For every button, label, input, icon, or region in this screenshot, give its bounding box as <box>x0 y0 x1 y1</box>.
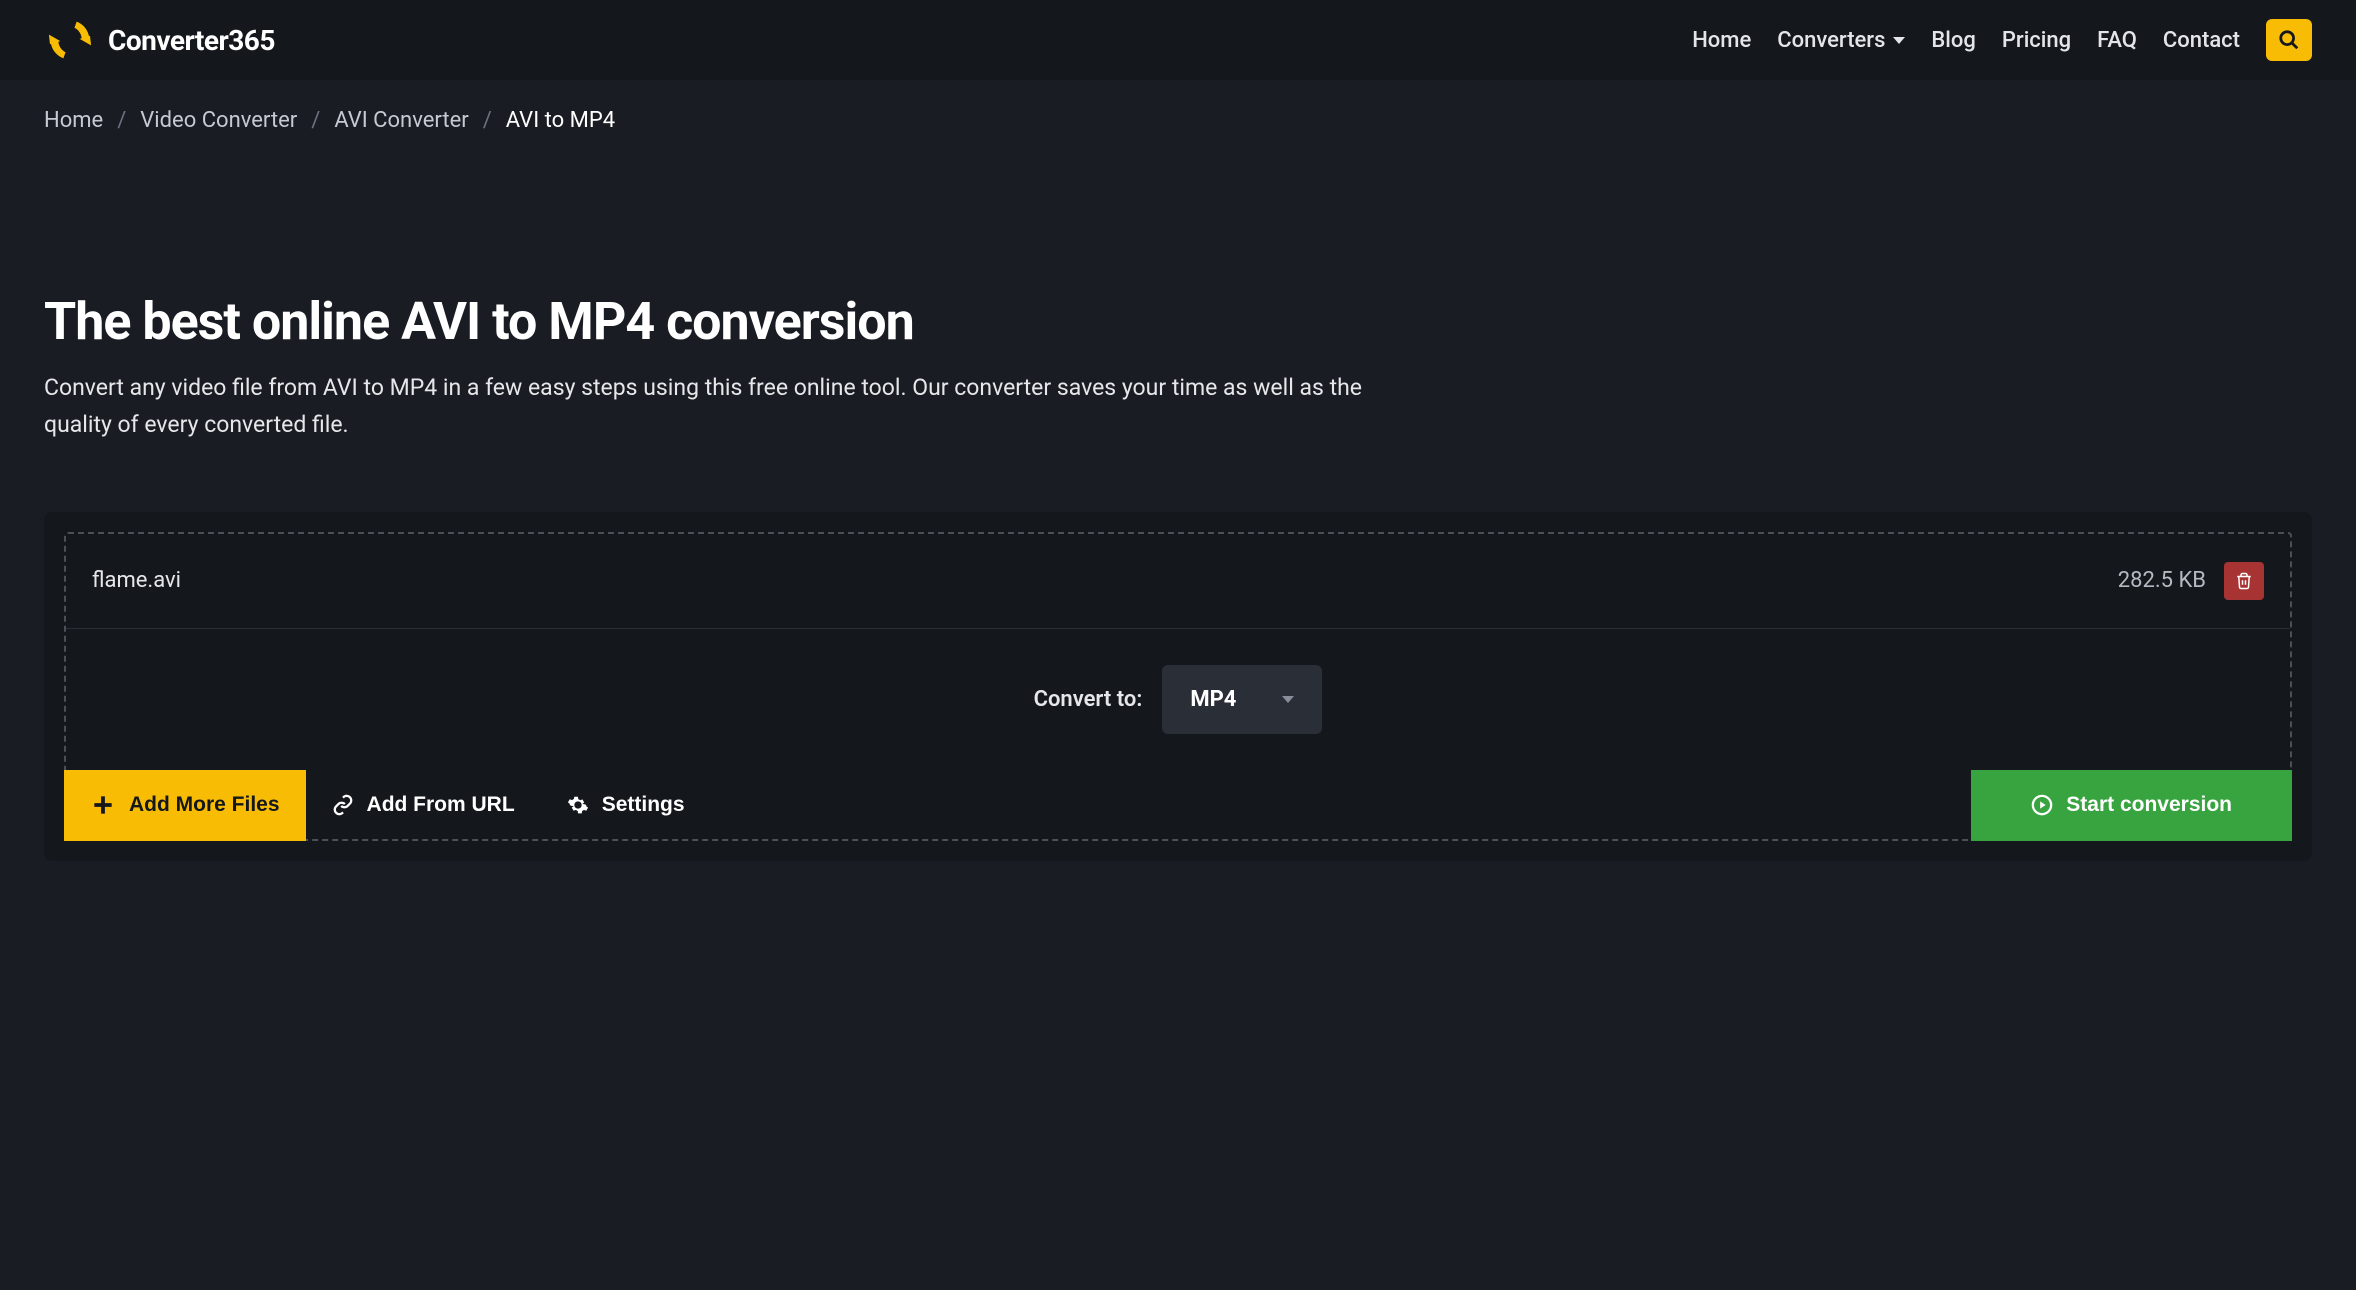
add-more-label: Add More Files <box>129 793 280 817</box>
delete-button[interactable] <box>2224 562 2264 600</box>
breadcrumb-item-video[interactable]: Video Converter <box>140 108 297 133</box>
breadcrumb: Home / Video Converter / AVI Converter /… <box>44 80 2312 161</box>
breadcrumb-item-home[interactable]: Home <box>44 108 103 133</box>
link-icon <box>332 794 354 816</box>
breadcrumb-current: AVI to MP4 <box>506 108 615 133</box>
breadcrumb-separator: / <box>311 108 320 133</box>
format-select[interactable]: MP4 <box>1162 665 1322 734</box>
converter-panel: flame.avi 282.5 KB Convert to: <box>44 512 2312 861</box>
start-label: Start conversion <box>2066 793 2232 817</box>
nav-converters-label: Converters <box>1777 28 1885 53</box>
chevron-down-icon <box>1282 696 1294 703</box>
trash-icon <box>2235 571 2253 591</box>
nav-converters[interactable]: Converters <box>1777 28 1905 53</box>
dropzone[interactable]: flame.avi 282.5 KB Convert to: <box>64 532 2292 841</box>
page-subtitle: Convert any video file from AVI to MP4 i… <box>44 370 1424 444</box>
gear-icon <box>567 794 589 816</box>
settings-label: Settings <box>602 793 685 817</box>
logo[interactable]: Converter365 <box>44 14 275 66</box>
nav-home[interactable]: Home <box>1692 28 1751 53</box>
format-value: MP4 <box>1190 687 1236 712</box>
play-icon <box>2031 794 2053 816</box>
logo-icon <box>44 14 96 66</box>
action-bar: Add More Files Add From URL Settings <box>64 770 2292 841</box>
file-meta: 282.5 KB <box>2118 562 2264 600</box>
convert-to-label: Convert to: <box>1034 687 1143 712</box>
nav-contact[interactable]: Contact <box>2163 28 2240 53</box>
add-url-label: Add From URL <box>367 793 515 817</box>
start-conversion-button[interactable]: Start conversion <box>1971 770 2292 841</box>
main-nav: Home Converters Blog Pricing FAQ Contact <box>1692 19 2312 61</box>
settings-button[interactable]: Settings <box>541 770 711 841</box>
search-icon <box>2278 29 2300 51</box>
breadcrumb-separator: / <box>483 108 492 133</box>
breadcrumb-item-avi[interactable]: AVI Converter <box>334 108 468 133</box>
header: Converter365 Home Converters Blog Pricin… <box>0 0 2356 80</box>
add-url-button[interactable]: Add From URL <box>306 770 541 841</box>
convert-to-row: Convert to: MP4 <box>66 629 2290 770</box>
nav-blog[interactable]: Blog <box>1931 28 1975 53</box>
plus-icon <box>90 792 116 818</box>
file-size: 282.5 KB <box>2118 568 2206 593</box>
add-more-button[interactable]: Add More Files <box>64 770 306 841</box>
file-name: flame.avi <box>92 568 181 593</box>
chevron-down-icon <box>1893 37 1905 44</box>
nav-pricing[interactable]: Pricing <box>2002 28 2071 53</box>
search-button[interactable] <box>2266 19 2312 61</box>
main-content: Home / Video Converter / AVI Converter /… <box>0 80 2356 861</box>
nav-faq[interactable]: FAQ <box>2097 28 2137 53</box>
page-title: The best online AVI to MP4 conversion <box>44 291 2312 352</box>
file-row: flame.avi 282.5 KB <box>66 534 2290 629</box>
brand-name: Converter365 <box>108 24 275 57</box>
action-spacer <box>711 770 1972 841</box>
breadcrumb-separator: / <box>117 108 126 133</box>
